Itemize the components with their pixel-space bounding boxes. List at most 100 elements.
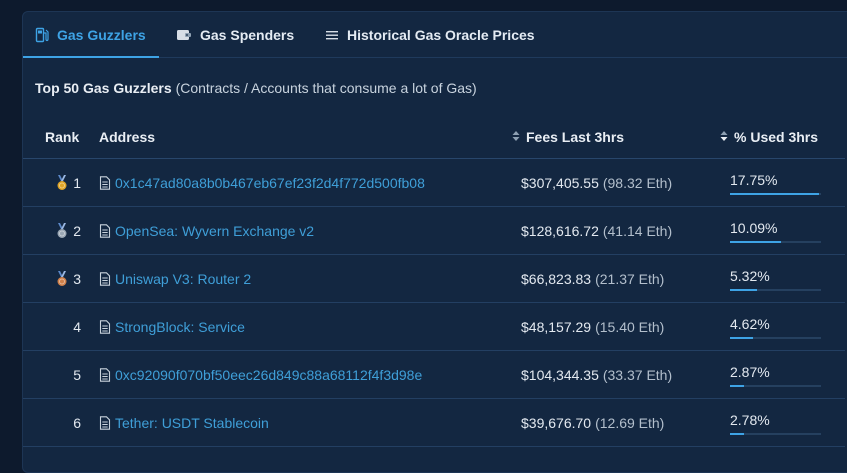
table-row: 3 Uniswap V3: Router 2 $66,823.83 (21.37… xyxy=(23,255,845,303)
address-link[interactable]: 0x1c47ad80a8b0b467eb67ef23f2d4f772d500fb… xyxy=(115,175,425,191)
header-address: Address xyxy=(99,129,156,145)
address-cell: OpenSea: Wyvern Exchange v2 xyxy=(99,207,314,254)
list-icon xyxy=(325,29,339,41)
address-cell: Tether: USDT Stablecoin xyxy=(99,399,269,446)
rank-number: 6 xyxy=(73,414,81,431)
fee-eth: (33.37 Eth) xyxy=(602,366,673,383)
pct-bar-track xyxy=(730,385,821,387)
sort-icon xyxy=(720,129,728,145)
silver-medal-icon xyxy=(56,222,68,239)
header-pct-label: % Used 3hrs xyxy=(734,129,819,145)
fee-usd: $128,616.72 xyxy=(521,222,599,239)
pct-bar-track xyxy=(730,337,821,339)
section-heading: Top 50 Gas Guzzlers (Contracts / Account… xyxy=(35,80,477,96)
fee-eth: (15.40 Eth) xyxy=(595,318,665,335)
tab-label: Gas Spenders xyxy=(200,26,295,43)
header-rank: Rank xyxy=(45,129,80,145)
rank-number: 4 xyxy=(73,318,81,335)
address-link[interactable]: 0xc92090f070bf50eec26d849c88a68112f4f3d9… xyxy=(115,367,422,383)
gas-tracker-card: Gas Guzzlers Gas Spenders Historical Gas… xyxy=(22,11,847,473)
sort-icon xyxy=(512,129,520,145)
contract-file-icon xyxy=(99,367,111,382)
fee-usd: $66,823.83 xyxy=(521,270,592,287)
tab-bar: Gas Guzzlers Gas Spenders Historical Gas… xyxy=(23,12,847,58)
address-cell: StrongBlock: Service xyxy=(99,303,245,350)
contract-file-icon xyxy=(99,175,111,190)
pct-cell: 2.87% xyxy=(730,364,821,387)
fee-eth: (41.14 Eth) xyxy=(602,222,673,239)
header-fees-label: Fees Last 3hrs xyxy=(526,129,625,145)
pct-value: 10.09% xyxy=(730,220,778,236)
fee-eth: (12.69 Eth) xyxy=(595,414,665,431)
pct-bar-track xyxy=(730,289,821,291)
header-pct[interactable]: % Used 3hrs xyxy=(720,116,818,158)
address-link[interactable]: OpenSea: Wyvern Exchange v2 xyxy=(115,223,314,239)
contract-file-icon xyxy=(99,319,111,334)
rank-cell: 1 xyxy=(45,159,81,206)
address-cell: 0x1c47ad80a8b0b467eb67ef23f2d4f772d500fb… xyxy=(99,159,425,206)
rank-number: 5 xyxy=(73,366,81,383)
tab-historical-gas-oracle-prices[interactable]: Historical Gas Oracle Prices xyxy=(325,12,535,57)
bronze-medal-icon xyxy=(56,270,68,287)
contract-file-icon xyxy=(99,223,111,238)
pct-value: 5.32% xyxy=(730,268,770,284)
pct-bar-track xyxy=(730,193,821,195)
contract-file-icon xyxy=(99,271,111,286)
fee-cell: $104,344.35 (33.37 Eth) xyxy=(521,351,672,398)
pct-bar-fill xyxy=(730,433,744,435)
heading-title: Top 50 Gas Guzzlers xyxy=(35,80,172,96)
fee-usd: $104,344.35 xyxy=(521,366,599,383)
pct-cell: 5.32% xyxy=(730,268,821,291)
fee-usd: $307,405.55 xyxy=(521,174,599,191)
address-link[interactable]: Tether: USDT Stablecoin xyxy=(115,415,269,431)
table-row: 2 OpenSea: Wyvern Exchange v2 $128,616.7… xyxy=(23,207,845,255)
fee-eth: (98.32 Eth) xyxy=(602,174,673,191)
address-cell: Uniswap V3: Router 2 xyxy=(99,255,251,302)
table-row: 1 0x1c47ad80a8b0b467eb67ef23f2d4f772d500… xyxy=(23,159,845,207)
gas-pump-icon xyxy=(35,27,49,43)
fee-cell: $66,823.83 (21.37 Eth) xyxy=(521,255,664,302)
header-fees[interactable]: Fees Last 3hrs xyxy=(512,116,624,158)
wallet-icon xyxy=(176,28,192,42)
gold-medal-icon xyxy=(56,174,68,191)
address-link[interactable]: StrongBlock: Service xyxy=(115,319,245,335)
pct-bar-track xyxy=(730,241,821,243)
address-link[interactable]: Uniswap V3: Router 2 xyxy=(115,271,251,287)
table-body: 1 0x1c47ad80a8b0b467eb67ef23f2d4f772d500… xyxy=(23,159,845,447)
pct-cell: 17.75% xyxy=(730,172,821,195)
tab-label: Historical Gas Oracle Prices xyxy=(347,26,535,43)
pct-cell: 10.09% xyxy=(730,220,821,243)
rank-cell: 5 xyxy=(45,351,81,398)
rank-number: 3 xyxy=(73,270,81,287)
table-row: 5 0xc92090f070bf50eec26d849c88a68112f4f3… xyxy=(23,351,845,399)
pct-bar-fill xyxy=(730,241,781,243)
tab-gas-spenders[interactable]: Gas Spenders xyxy=(176,12,294,57)
fee-cell: $128,616.72 (41.14 Eth) xyxy=(521,207,672,254)
fee-usd: $48,157.29 xyxy=(521,318,592,335)
table-row: 6 Tether: USDT Stablecoin $39,676.70 (12… xyxy=(23,399,845,447)
pct-bar-track xyxy=(730,433,821,435)
rank-cell: 6 xyxy=(45,399,81,446)
fee-cell: $48,157.29 (15.40 Eth) xyxy=(521,303,664,350)
tab-label: Gas Guzzlers xyxy=(57,26,146,43)
fee-eth: (21.37 Eth) xyxy=(595,270,665,287)
pct-value: 4.62% xyxy=(730,316,770,332)
rank-cell: 4 xyxy=(45,303,81,350)
fee-cell: $39,676.70 (12.69 Eth) xyxy=(521,399,664,446)
pct-bar-fill xyxy=(730,193,819,195)
contract-file-icon xyxy=(99,415,111,430)
pct-value: 2.87% xyxy=(730,364,770,380)
fee-cell: $307,405.55 (98.32 Eth) xyxy=(521,159,672,206)
address-cell: 0xc92090f070bf50eec26d849c88a68112f4f3d9… xyxy=(99,351,422,398)
table-header-row: Rank Address Fees Last 3hrs % Used 3hrs xyxy=(23,116,845,159)
tab-gas-guzzlers[interactable]: Gas Guzzlers xyxy=(23,12,159,58)
rank-cell: 3 xyxy=(45,255,81,302)
pct-cell: 4.62% xyxy=(730,316,821,339)
pct-value: 2.78% xyxy=(730,412,770,428)
rank-number: 1 xyxy=(73,174,81,191)
pct-bar-fill xyxy=(730,385,744,387)
pct-value: 17.75% xyxy=(730,172,778,188)
pct-cell: 2.78% xyxy=(730,412,821,435)
rank-number: 2 xyxy=(73,222,81,239)
table-row: 4 StrongBlock: Service $48,157.29 (15.40… xyxy=(23,303,845,351)
